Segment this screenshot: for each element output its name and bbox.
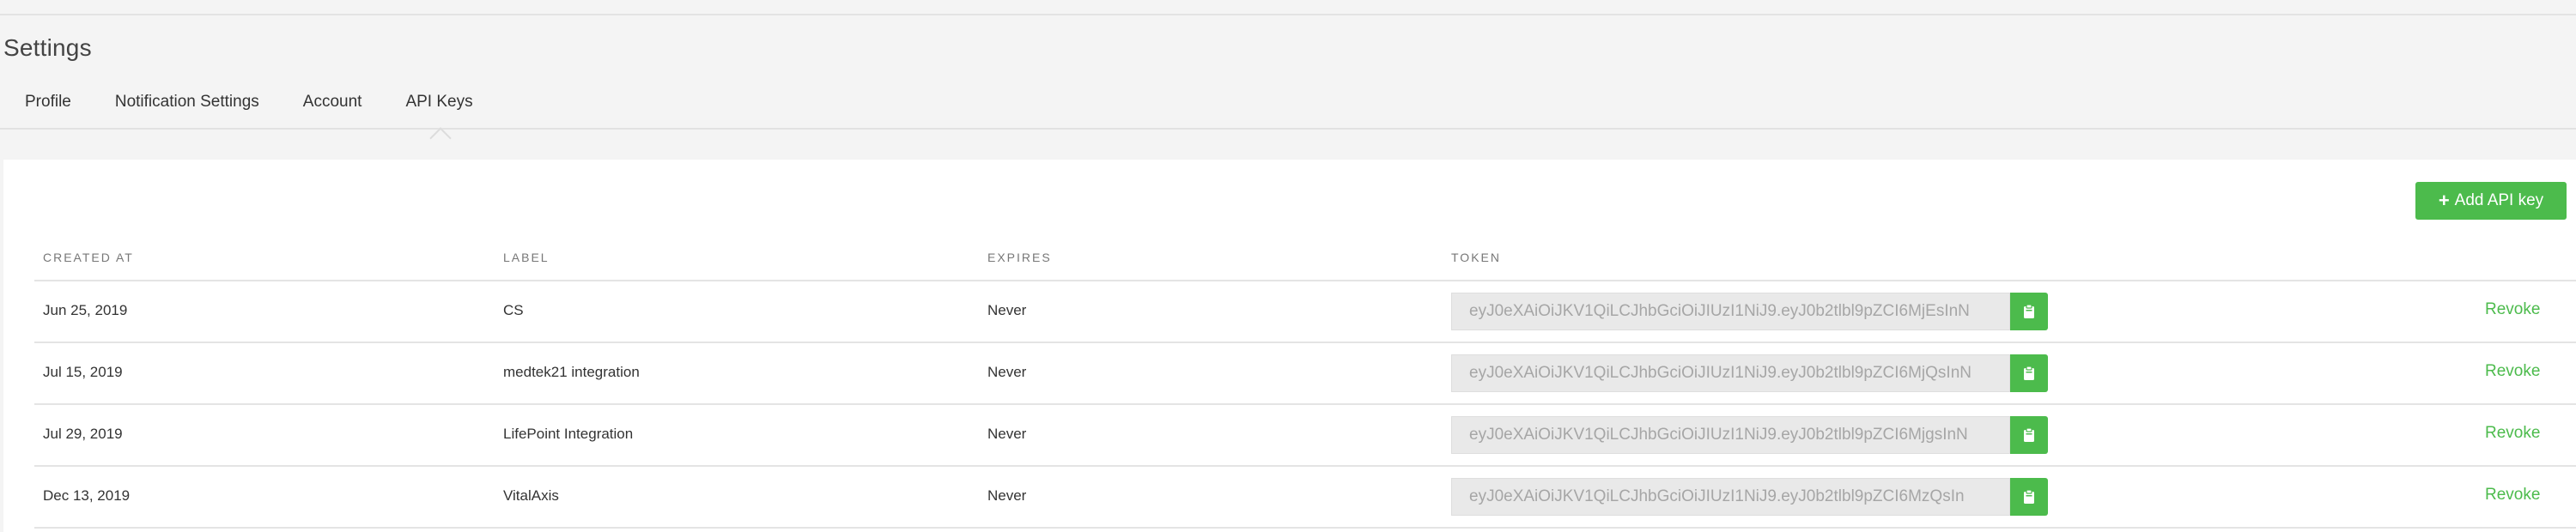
table-row: Jul 29, 2019 LifePoint Integration Never… (34, 405, 2576, 467)
clipboard-icon (2024, 489, 2034, 504)
token-group: eyJ0eXAiOiJKV1QiLCJhbGciOiJIUzI1NiJ9.eyJ… (1451, 478, 2082, 516)
clipboard-icon (2024, 304, 2034, 318)
settings-tabs: Profile Notification Settings Account AP… (0, 91, 473, 149)
copy-token-button[interactable] (2010, 293, 2048, 330)
copy-token-button[interactable] (2010, 478, 2048, 516)
page-title: Settings (3, 34, 92, 61)
copy-token-button[interactable] (2010, 354, 2048, 392)
expires-cell: Never (987, 302, 1027, 318)
revoke-link[interactable]: Revoke (2485, 424, 2540, 443)
token-field[interactable]: eyJ0eXAiOiJKV1QiLCJhbGciOiJIUzI1NiJ9.eyJ… (1451, 354, 2010, 392)
active-tab-indicator (428, 127, 452, 149)
revoke-link[interactable]: Revoke (2485, 300, 2540, 319)
token-field[interactable]: eyJ0eXAiOiJKV1QiLCJhbGciOiJIUzI1NiJ9.eyJ… (1451, 478, 2010, 516)
tab-account[interactable]: Account (303, 91, 362, 128)
revoke-link[interactable]: Revoke (2485, 486, 2540, 505)
token-group: eyJ0eXAiOiJKV1QiLCJhbGciOiJIUzI1NiJ9.eyJ… (1451, 354, 2082, 392)
created-at-cell: Jul 29, 2019 (43, 426, 123, 442)
token-field[interactable]: eyJ0eXAiOiJKV1QiLCJhbGciOiJIUzI1NiJ9.eyJ… (1451, 416, 2010, 454)
tab-notification-settings[interactable]: Notification Settings (115, 91, 259, 128)
label-cell: CS (503, 302, 524, 318)
column-header-label: LABEL (503, 251, 550, 264)
token-group: eyJ0eXAiOiJKV1QiLCJhbGciOiJIUzI1NiJ9.eyJ… (1451, 293, 2082, 330)
created-at-cell: Jul 15, 2019 (43, 364, 123, 380)
token-field[interactable]: eyJ0eXAiOiJKV1QiLCJhbGciOiJIUzI1NiJ9.eyJ… (1451, 293, 2010, 330)
created-at-cell: Jun 25, 2019 (43, 302, 128, 318)
api-keys-card: + Add API key CREATED AT LABEL EXPIRES T… (3, 160, 2576, 532)
api-keys-table: CREATED AT LABEL EXPIRES TOKEN Jun 25, 2… (34, 242, 2576, 529)
settings-header: Settings Profile Notification Settings A… (0, 15, 2576, 149)
clipboard-icon (2024, 427, 2034, 442)
plus-icon: + (2438, 190, 2450, 211)
label-cell: LifePoint Integration (503, 426, 634, 442)
revoke-link[interactable]: Revoke (2485, 362, 2540, 381)
tab-api-keys[interactable]: API Keys (405, 91, 473, 149)
tab-api-keys-label: API Keys (405, 93, 473, 111)
copy-token-button[interactable] (2010, 416, 2048, 454)
table-header: CREATED AT LABEL EXPIRES TOKEN (34, 242, 2576, 281)
add-api-key-label: Add API key (2454, 191, 2544, 209)
settings-page: Settings Profile Notification Settings A… (0, 0, 2576, 532)
tab-profile[interactable]: Profile (25, 91, 71, 128)
expires-cell: Never (987, 426, 1027, 442)
table-row: Jul 15, 2019 medtek21 integration Never … (34, 343, 2576, 405)
expires-cell: Never (987, 364, 1027, 380)
table-row: Dec 13, 2019 VitalAxis Never eyJ0eXAiOiJ… (34, 467, 2576, 529)
column-header-created-at: CREATED AT (43, 251, 134, 264)
column-header-expires: EXPIRES (987, 251, 1052, 264)
label-cell: VitalAxis (503, 487, 559, 504)
clipboard-icon (2024, 366, 2034, 380)
expires-cell: Never (987, 487, 1027, 504)
table-row: Jun 25, 2019 CS Never eyJ0eXAiOiJKV1QiLC… (34, 281, 2576, 343)
add-api-key-button[interactable]: + Add API key (2415, 182, 2567, 220)
label-cell: medtek21 integration (503, 364, 640, 380)
column-header-token: TOKEN (1451, 251, 1501, 264)
token-group: eyJ0eXAiOiJKV1QiLCJhbGciOiJIUzI1NiJ9.eyJ… (1451, 416, 2082, 454)
created-at-cell: Dec 13, 2019 (43, 487, 131, 504)
